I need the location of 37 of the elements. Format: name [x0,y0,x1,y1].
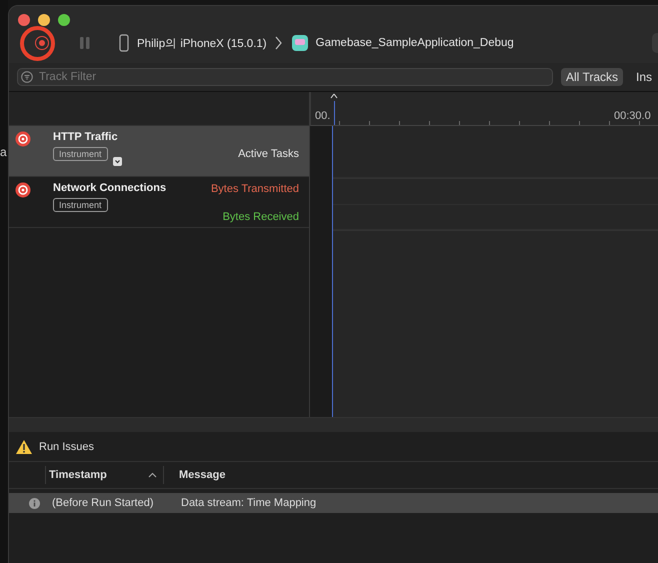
track-row[interactable]: HTTP Traffic Instrument Active Tasks [9,126,309,177]
ruler-label: 00. [315,110,330,122]
scope-tab[interactable]: Ins [631,68,658,86]
series-label: Active Tasks [238,148,299,160]
column-header[interactable]: Message [163,466,226,484]
series-label: Bytes Transmitted [210,183,299,195]
ruler-label: 00:30.0 [614,110,651,122]
series-label: Bytes Received [222,211,299,223]
track-name: HTTP Traffic [53,131,118,143]
instrument-icon [15,182,31,198]
track-filter-field[interactable]: Track Filter [17,68,553,86]
device-selector[interactable]: Philip의 iPhoneX (15.0.1) [137,36,267,50]
issue-row[interactable]: (Before Run Started) Data stream: Time Mapping [9,493,658,513]
background-text: a [0,145,7,159]
column-header[interactable]: Timestamp [45,466,163,484]
filter-icon [21,71,33,83]
warning-icon [15,438,33,454]
minimize-button[interactable] [38,14,50,26]
zoom-button[interactable] [58,14,70,26]
record-button[interactable] [35,36,49,50]
table-cell-text: (Before Run Started) [52,497,154,509]
playhead-handle-icon[interactable] [330,93,338,101]
instrument-tag: Instrument [53,198,108,212]
table-cell: Data stream: Time Mapping [181,497,316,509]
instrument-tag: Instrument [53,147,108,161]
scope-tab[interactable]: All Tracks [561,68,624,86]
track-name: Network Connections [53,182,166,194]
chevron-icon [274,36,282,50]
target-selector[interactable]: Gamebase_SampleApplication_Debug [316,37,514,49]
close-button[interactable] [18,14,30,26]
info-icon [29,498,40,508]
panel-title: Run Issues [39,440,94,452]
phone-icon [119,34,129,52]
app-icon [292,35,308,51]
dropdown-icon[interactable] [112,157,122,166]
instrument-icon [15,131,31,147]
horizontal-scrollbar[interactable] [9,417,658,432]
